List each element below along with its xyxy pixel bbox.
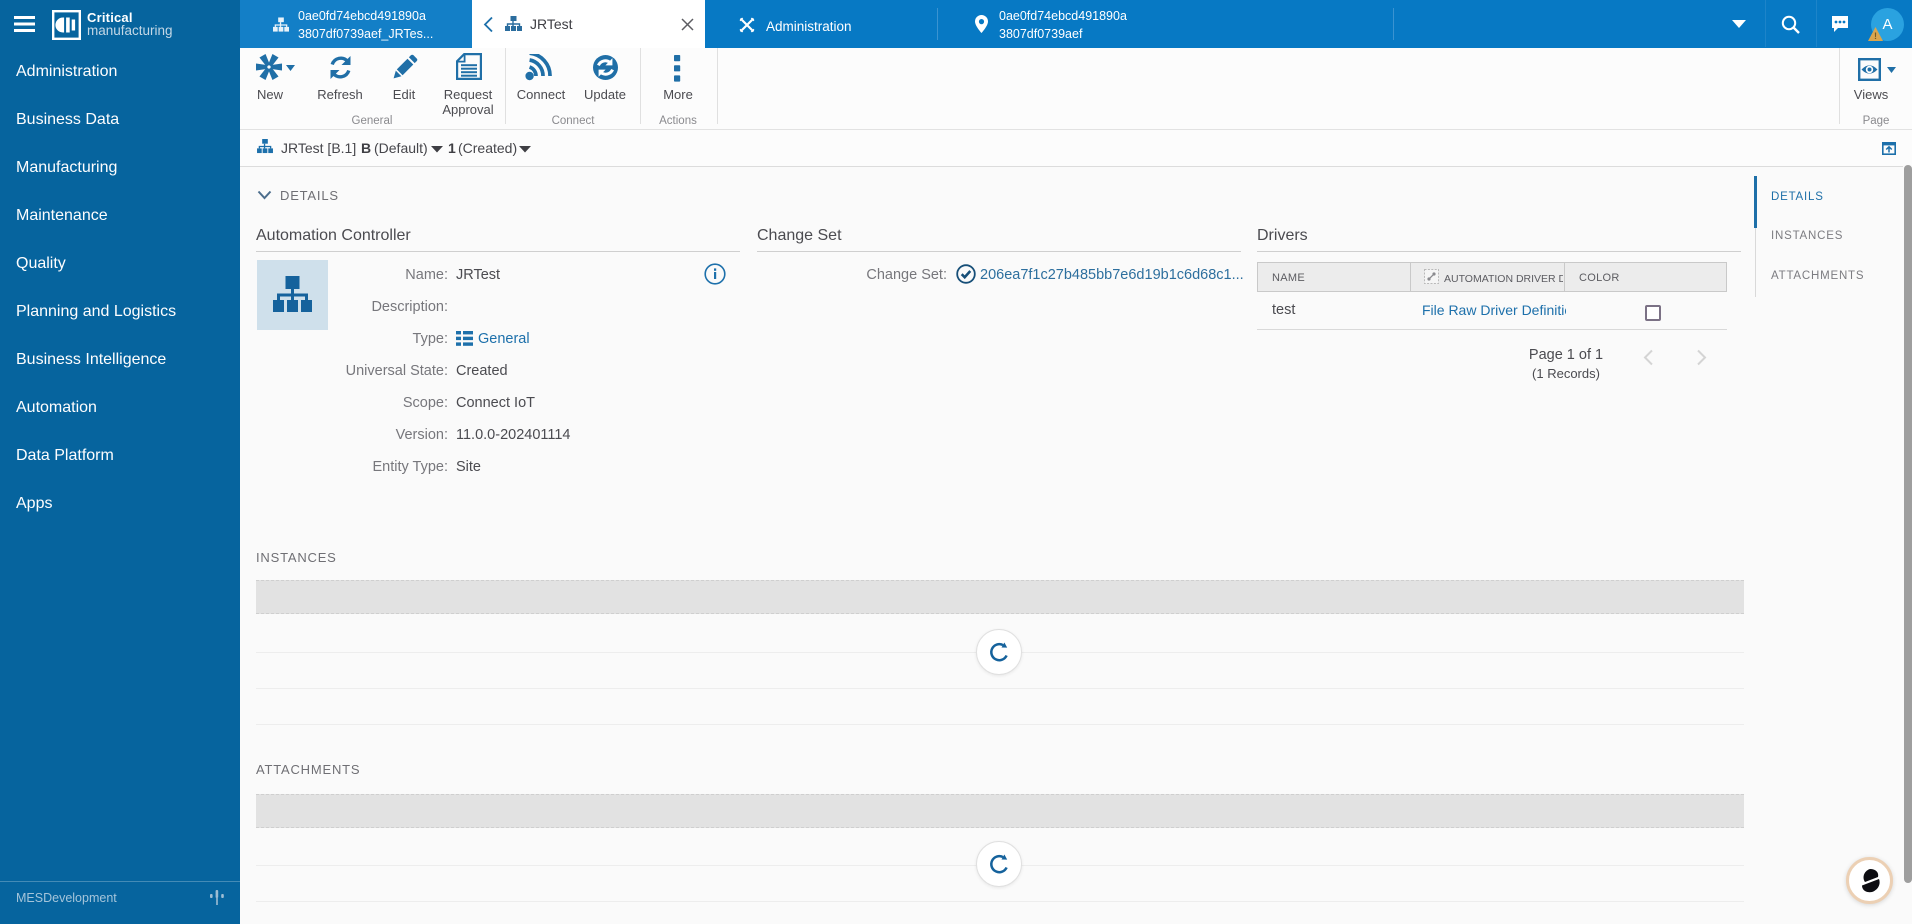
- svg-text:!: !: [1874, 31, 1877, 41]
